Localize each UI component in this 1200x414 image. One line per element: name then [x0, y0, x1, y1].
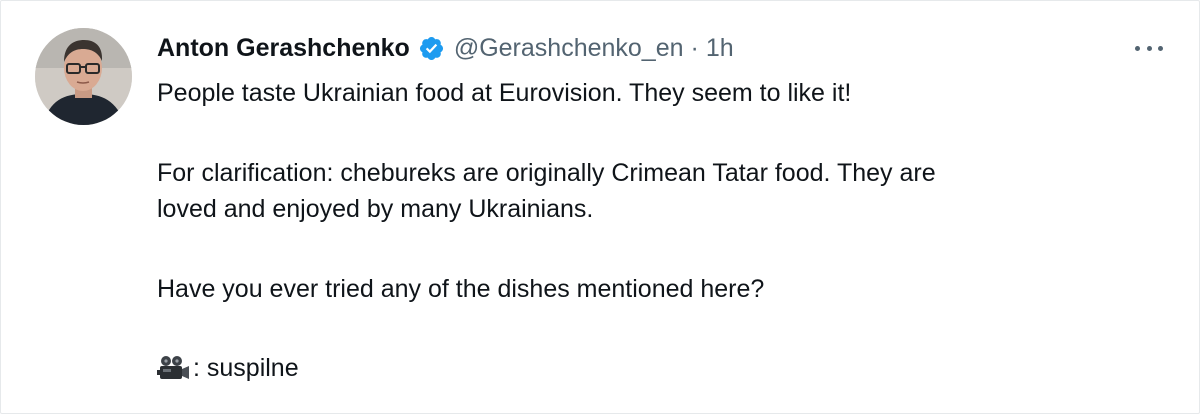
person-photo-avatar-icon: [35, 28, 132, 125]
more-horizontal-icon[interactable]: [1135, 39, 1163, 57]
more-dot: [1135, 45, 1140, 51]
video-credit: : suspilne: [157, 350, 1157, 386]
tweet-text-line: Have you ever tried any of the dishes me…: [157, 275, 765, 303]
tweet-header: Anton Gerashchenko @Gerashchenko_en · 1h: [157, 31, 734, 65]
more-dot: [1158, 45, 1163, 51]
tweet-text-line: For clarification: chebureks are origina…: [157, 159, 936, 187]
tweet-text: People taste Ukrainian food at Eurovisio…: [157, 75, 1157, 386]
tweet-timestamp[interactable]: 1h: [706, 34, 734, 63]
avatar[interactable]: [35, 28, 132, 125]
author-handle[interactable]: @Gerashchenko_en: [454, 34, 684, 63]
movie-camera-icon: [157, 355, 191, 381]
tweet-card[interactable]: Anton Gerashchenko @Gerashchenko_en · 1h…: [0, 0, 1200, 414]
tweet-text-line: People taste Ukrainian food at Eurovisio…: [157, 79, 852, 107]
video-credit-text: : suspilne: [193, 354, 299, 382]
author-display-name[interactable]: Anton Gerashchenko: [157, 34, 410, 63]
more-dot: [1146, 45, 1152, 51]
header-separator: ·: [690, 33, 699, 62]
verified-badge-icon[interactable]: [418, 35, 445, 62]
tweet-text-line: loved and enjoyed by many Ukrainians.: [157, 195, 594, 223]
